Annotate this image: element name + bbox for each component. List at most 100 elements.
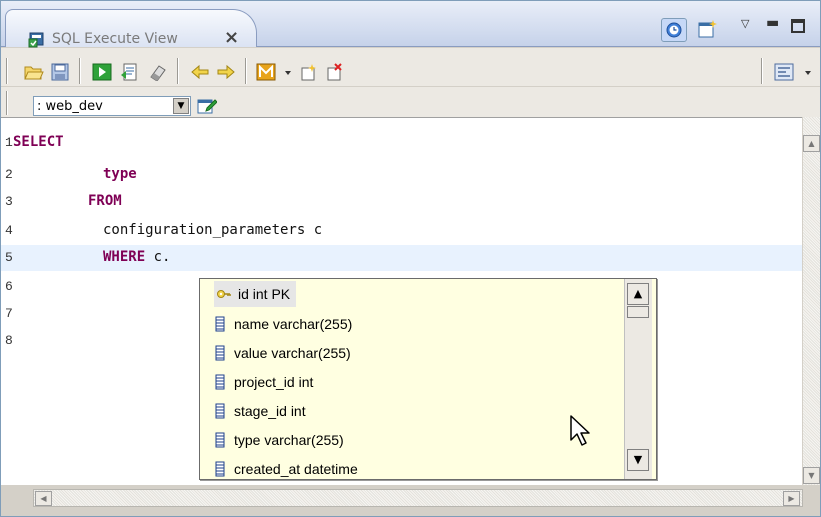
column-icon xyxy=(215,403,225,419)
scroll-left-icon[interactable]: ◀ xyxy=(35,491,52,506)
new-view-button[interactable] xyxy=(695,18,721,42)
toolbar xyxy=(1,48,820,86)
autocomplete-item-label: project_id int xyxy=(234,374,314,390)
scroll-down-icon[interactable]: ▼ xyxy=(627,449,649,471)
new-icon xyxy=(301,64,316,81)
autocomplete-item[interactable]: value varchar(255) xyxy=(214,340,351,366)
column-icon xyxy=(215,316,225,332)
m-icon xyxy=(256,63,276,81)
editor-horizontal-scrollbar-area: ◀ ▶ xyxy=(1,485,820,516)
format-dropdown-button[interactable] xyxy=(797,62,819,82)
tab-sql-execute-view[interactable]: SQL Execute View × xyxy=(5,9,257,48)
database-view-icon xyxy=(28,32,44,48)
minimize-icon[interactable]: ▬ xyxy=(766,15,779,31)
connection-value: : web_dev xyxy=(37,99,103,114)
line-number: 2 xyxy=(5,167,13,182)
autocomplete-item[interactable]: project_id int xyxy=(214,369,313,395)
horizontal-scrollbar[interactable] xyxy=(33,489,803,507)
open-folder-icon xyxy=(24,66,44,80)
format-button[interactable] xyxy=(773,62,795,82)
editor-line: 4 configuration_parameters c xyxy=(1,218,802,244)
editor-line: 1 SELECT xyxy=(1,130,802,156)
code-rest: c. xyxy=(145,249,171,265)
sql-keyword: SELECT xyxy=(13,134,64,150)
autocomplete-item-label: id int PK xyxy=(238,286,291,302)
close-connection-icon xyxy=(327,63,342,81)
toolbar-separator xyxy=(245,58,247,84)
column-name: type xyxy=(103,166,137,182)
view-tab-bar: SQL Execute View × ▽ ▬ xyxy=(1,1,820,48)
toolbar-separator xyxy=(79,58,81,84)
forward-button[interactable] xyxy=(215,62,237,82)
scroll-down-icon[interactable]: ▼ xyxy=(803,467,820,484)
line-number: 6 xyxy=(5,279,13,294)
autocomplete-item[interactable]: created_at datetime xyxy=(214,456,358,479)
table-name: configuration_parameters c xyxy=(103,222,323,238)
autocomplete-item[interactable]: stage_id int xyxy=(214,398,306,424)
close-icon[interactable]: × xyxy=(224,27,239,48)
sql-execute-window: SQL Execute View × ▽ ▬: web_dev ▼ 1 SEL… xyxy=(0,0,821,517)
toolbar-separator xyxy=(761,58,763,84)
back-button[interactable] xyxy=(189,62,211,82)
key-icon xyxy=(217,290,231,298)
clock-icon xyxy=(666,22,682,38)
m-dropdown-button[interactable] xyxy=(277,62,299,82)
clear-icon xyxy=(150,65,166,81)
edit-connection-icon[interactable] xyxy=(197,96,217,114)
save-button[interactable] xyxy=(49,62,71,82)
column-icon xyxy=(215,432,225,448)
sql-keyword: WHERE xyxy=(103,249,146,265)
autocomplete-item[interactable]: name varchar(255) xyxy=(214,311,352,337)
connection-select[interactable]: : web_dev ▼ xyxy=(33,96,191,116)
mouse-cursor-icon xyxy=(570,415,590,446)
column-icon xyxy=(215,461,225,477)
scroll-thumb[interactable] xyxy=(627,306,649,318)
toolbar-separator xyxy=(6,91,8,115)
code-text: type xyxy=(103,166,137,182)
explain-button[interactable] xyxy=(119,62,141,82)
column-icon xyxy=(215,345,225,361)
line-number: 7 xyxy=(5,306,13,321)
line-number: 1 xyxy=(5,135,13,150)
format-icon xyxy=(774,63,794,81)
clear-button[interactable] xyxy=(147,62,169,82)
chevron-down-icon[interactable]: ▼ xyxy=(173,98,189,114)
code-text: SELECT xyxy=(13,134,64,150)
m-button[interactable] xyxy=(255,62,277,82)
editor-line-current: 5 WHERE c. xyxy=(1,245,802,271)
dropdown-icon xyxy=(285,71,291,75)
editor-vertical-scrollbar[interactable] xyxy=(803,117,820,485)
execute-icon xyxy=(92,63,112,81)
new-button[interactable] xyxy=(297,62,319,82)
autocomplete-item[interactable]: id int PK xyxy=(214,281,297,307)
maximize-icon[interactable] xyxy=(791,19,805,33)
editor-line: 3 FROM xyxy=(1,189,802,215)
forward-icon xyxy=(217,64,235,80)
autocomplete-item[interactable]: type varchar(255) xyxy=(214,427,344,453)
line-number: 5 xyxy=(5,250,13,265)
code-text: WHERE c. xyxy=(103,249,170,265)
toolbar-separator xyxy=(6,58,8,84)
close-connection-button[interactable] xyxy=(323,62,345,82)
open-button[interactable] xyxy=(23,62,45,82)
connection-bar: : web_dev ▼ xyxy=(1,87,820,117)
line-number: 8 xyxy=(5,333,13,348)
explain-icon xyxy=(121,63,137,81)
autocomplete-item-label: created_at datetime xyxy=(234,461,358,477)
line-number: 4 xyxy=(5,223,13,238)
scroll-right-icon[interactable]: ▶ xyxy=(783,491,800,506)
scroll-up-icon[interactable]: ▲ xyxy=(627,283,649,305)
view-menu-icon[interactable]: ▽ xyxy=(741,17,749,30)
execute-button[interactable] xyxy=(91,62,113,82)
toolbar-separator xyxy=(177,58,179,84)
autocomplete-item-label: value varchar(255) xyxy=(234,345,351,361)
autocomplete-item-label: name varchar(255) xyxy=(234,316,353,332)
back-icon xyxy=(191,64,209,80)
sql-keyword: FROM xyxy=(88,193,122,209)
autocomplete-item-label: type varchar(255) xyxy=(234,432,344,448)
dropdown-icon xyxy=(805,71,811,75)
code-text: FROM xyxy=(88,193,122,209)
link-editor-button[interactable] xyxy=(661,18,687,42)
editor-line: 2 type xyxy=(1,162,802,188)
scroll-up-icon[interactable]: ▲ xyxy=(803,135,820,152)
